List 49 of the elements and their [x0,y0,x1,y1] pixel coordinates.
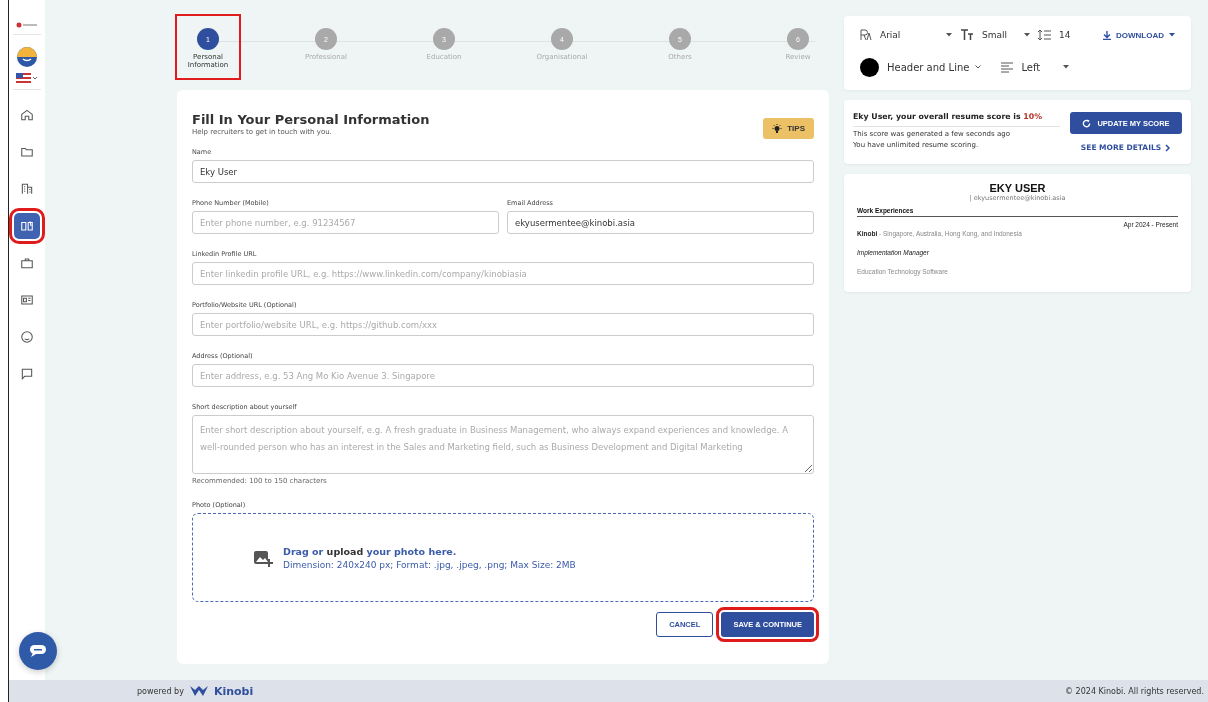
face-icon [20,329,34,344]
color-swatch[interactable] [860,57,879,77]
color-target-select[interactable]: Header and Line [887,61,982,73]
briefcase-icon [20,255,34,270]
input-field[interactable]: Enter phone number, e.g. 91234567 [192,211,499,234]
caret-icon [946,33,952,37]
form-title: Fill In Your Personal Information [192,112,430,127]
flag-icon[interactable] [16,73,38,83]
download-icon [1103,30,1111,40]
message-icon [20,366,34,381]
chevron-down-icon [975,65,982,69]
line-spacing-value: 14 [1059,30,1071,40]
align-select[interactable]: Left [1021,61,1070,73]
text-size-icon [960,29,974,41]
brand-name: Kinobi [213,684,254,698]
powered-by-text: powered by [137,686,184,696]
building-icon [20,181,34,196]
kinobi-logo-icon [189,685,208,697]
chat-icon [29,644,47,658]
logo-icon [16,22,38,28]
input-field[interactable]: Enter portfolio/website URL, e.g. https://github.com/xxx [192,313,814,336]
bulb-icon [772,123,783,134]
download-button[interactable]: DOWNLOAD [1103,30,1175,40]
preview-name: EKY USER [988,182,1047,194]
chevron-right-icon [1165,143,1172,152]
avatar-icon[interactable] [17,47,37,67]
chat-button[interactable] [19,632,57,670]
refresh-icon [1082,118,1092,128]
caret-icon [1169,33,1175,37]
upload-requirements: Dimension: 240x240 px; Format: .jpg, .jpeg, .png; Max Size: 2MB [283,559,576,570]
book-icon [20,218,34,233]
align-left-icon [1001,61,1014,73]
input-field[interactable]: Enter address, e.g. 53 Ang Mo Kio Avenue 3. Singapore [192,364,814,387]
home-icon [20,107,34,122]
caret-icon [1024,33,1030,37]
line-spacing-icon [1038,29,1051,41]
id-card-icon [20,292,34,307]
copyright-text: © 2024 Kinobi. All rights reserved. [1065,686,1204,696]
size-select[interactable]: Small [982,30,1030,40]
input-field[interactable]: Enter linkedin profile URL, e.g. https://www.linkedin.com/company/kinobiasia [192,262,814,285]
tips-button[interactable]: TIPS [763,118,814,139]
input-field[interactable]: ekyusermentee@kinobi.asia [507,211,814,234]
font-select[interactable]: Arial [880,30,952,40]
caret-icon [1063,65,1070,69]
upload-instruction: Drag or upload your photo here. [283,545,458,557]
input-field[interactable]: Eky User [192,160,814,183]
photo-dropzone[interactable]: Drag or upload your photo here. Dimension: 240x240 px; Format: .jpg, .jpeg, .png; Max Size: 2MB [192,513,814,602]
font-icon [860,29,872,41]
description-field[interactable]: Enter short description about yourself, e.g. A fresh graduate in Business Management, who always expand experiences and knowledge. A well-rounded person who has an interest in the Sales and Marketing field, such as Business Development and Digital Marketing [192,415,814,474]
